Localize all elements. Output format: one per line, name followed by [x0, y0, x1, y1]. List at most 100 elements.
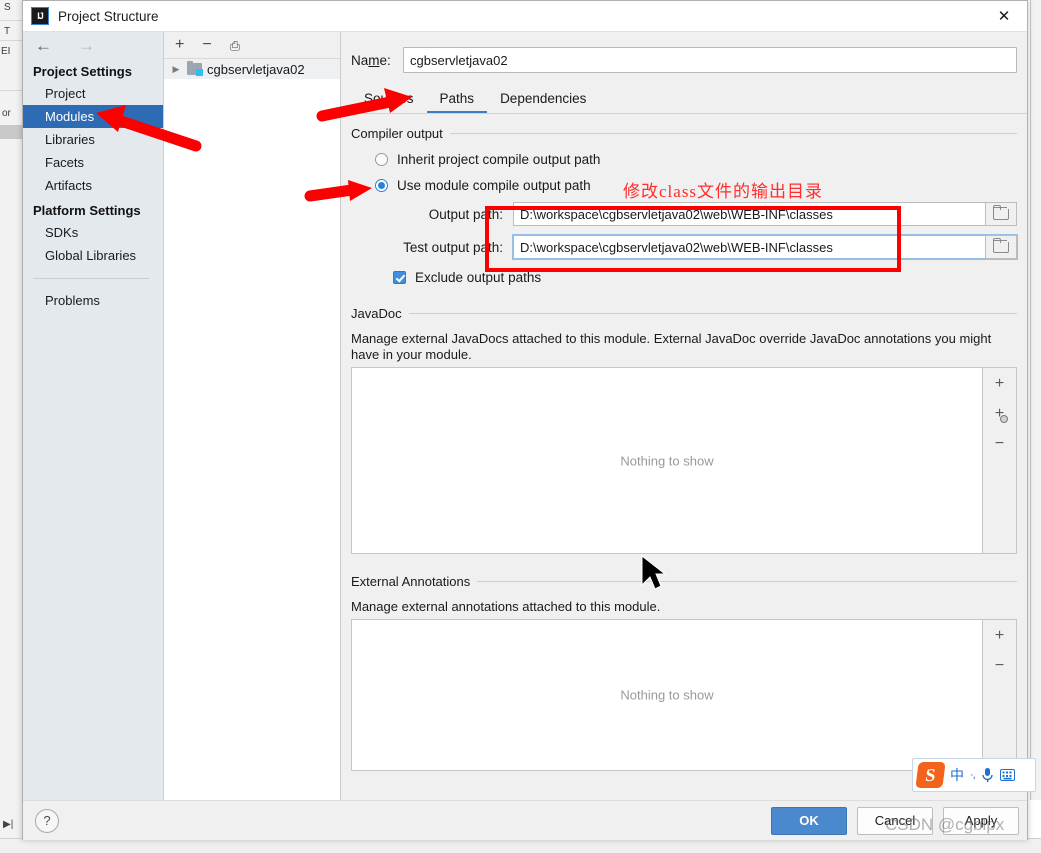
- javadoc-label: JavaDoc: [351, 306, 402, 321]
- javadoc-add-icon[interactable]: +: [995, 376, 1004, 392]
- sidebar-divider: [33, 278, 149, 279]
- javadoc-add-url-icon[interactable]: +: [995, 406, 1009, 423]
- module-folder-icon: [187, 61, 203, 76]
- help-button[interactable]: ?: [35, 808, 59, 833]
- bg-divider: [0, 90, 22, 91]
- compiler-output-group-title: Compiler output: [351, 126, 1017, 141]
- project-structure-dialog: IJ Project Structure ✕ ← → Project Setti…: [22, 0, 1028, 840]
- javadoc-list-buttons: + + −: [983, 367, 1017, 554]
- copy-module-icon[interactable]: ⎙: [230, 39, 240, 52]
- bg-run-icon: ▶|: [3, 819, 14, 830]
- test-output-path-browse-button[interactable]: [985, 235, 1017, 259]
- javadoc-list-wrap: Nothing to show + + −: [351, 367, 1017, 554]
- module-name-input[interactable]: [403, 47, 1017, 73]
- sidebar-item-modules[interactable]: Modules: [23, 105, 163, 128]
- inherit-output-label: Inherit project compile output path: [397, 152, 601, 167]
- module-name-row: Name:: [351, 47, 1017, 73]
- bg-block: [0, 125, 22, 139]
- external-annotations-description: Manage external annotations attached to …: [351, 599, 661, 614]
- close-icon[interactable]: ✕: [981, 1, 1027, 31]
- settings-sidebar: ← → Project Settings Project Modules Lib…: [23, 32, 164, 800]
- background-ide-bottom-strip: [0, 838, 1041, 853]
- output-path-browse-button[interactable]: [985, 202, 1017, 226]
- module-list-panel: + − ⎙ ▶ cgbservletjava02: [164, 32, 341, 800]
- javadoc-listbox[interactable]: Nothing to show: [351, 367, 983, 554]
- sidebar-item-project[interactable]: Project: [23, 82, 163, 105]
- name-label: Name:: [351, 52, 391, 68]
- sidebar-item-artifacts[interactable]: Artifacts: [23, 174, 163, 197]
- module-settings-pane: Name: Sources Paths Dependencies Compile…: [341, 32, 1027, 800]
- back-arrow-icon[interactable]: ←: [35, 37, 52, 54]
- module-list-toolbar: + − ⎙: [164, 32, 340, 59]
- sidebar-item-libraries[interactable]: Libraries: [23, 128, 163, 151]
- bg-fragment-2: EI: [1, 46, 11, 57]
- keyboard-icon[interactable]: [999, 769, 1015, 781]
- bg-fragment-1: T: [4, 26, 11, 37]
- ime-language-mode[interactable]: 中: [950, 768, 964, 782]
- module-name-label: cgbservletjava02: [207, 61, 305, 77]
- sogou-ime-logo-icon[interactable]: S: [915, 762, 946, 788]
- module-tree-item[interactable]: ▶ cgbservletjava02: [164, 59, 340, 79]
- exclude-output-paths-row[interactable]: Exclude output paths: [393, 270, 1017, 285]
- intellij-idea-icon: IJ: [31, 7, 49, 25]
- external-annotations-group-title: External Annotations: [351, 574, 1017, 589]
- group-rule: [477, 581, 1017, 582]
- group-rule: [408, 313, 1017, 314]
- folder-browse-icon: [992, 237, 1009, 253]
- bg-fragment-3: or: [2, 108, 11, 119]
- sidebar-nav-row: ← →: [23, 32, 163, 58]
- module-tabs: Sources Paths Dependencies: [351, 87, 1027, 114]
- ok-button[interactable]: OK: [771, 806, 847, 835]
- external-annotations-group: External Annotations: [351, 574, 1017, 589]
- dialog-body: ← → Project Settings Project Modules Lib…: [23, 32, 1027, 800]
- ime-punctuation-mode[interactable]: ·,: [970, 769, 976, 781]
- compiler-output-label: Compiler output: [351, 126, 443, 141]
- external-annotations-list-wrap: Nothing to show + −: [351, 619, 1017, 771]
- expand-triangle-icon[interactable]: ▶: [170, 64, 182, 75]
- external-annotations-list-buttons: + −: [983, 619, 1017, 771]
- external-annotations-listbox[interactable]: Nothing to show: [351, 619, 983, 771]
- inherit-output-radio-row[interactable]: Inherit project compile output path: [375, 152, 1017, 167]
- javadoc-description: Manage external JavaDocs attached to thi…: [351, 331, 992, 362]
- forward-arrow-icon[interactable]: →: [78, 37, 95, 54]
- screen: S T EI or ▶| IJ Project Structure ✕ ← → …: [0, 0, 1041, 853]
- javadoc-group-title: JavaDoc: [351, 306, 1017, 321]
- ime-toolbar: S 中 ·,: [912, 758, 1036, 792]
- sidebar-item-global-libraries[interactable]: Global Libraries: [23, 244, 163, 267]
- external-annotations-add-icon[interactable]: +: [995, 628, 1004, 644]
- annotation-note-text: 修改class文件的输出目录: [623, 182, 824, 201]
- dialog-title: Project Structure: [58, 8, 159, 24]
- inherit-output-radio[interactable]: [375, 153, 388, 166]
- external-annotations-remove-icon[interactable]: −: [995, 658, 1004, 674]
- dialog-footer: ? OK Cancel Apply: [23, 800, 1027, 840]
- remove-module-icon[interactable]: −: [202, 37, 211, 53]
- sidebar-item-facets[interactable]: Facets: [23, 151, 163, 174]
- sidebar-item-problems[interactable]: Problems: [23, 289, 163, 312]
- use-module-output-label: Use module compile output path: [397, 178, 591, 193]
- tab-paths[interactable]: Paths: [426, 87, 488, 113]
- folder-browse-icon: [992, 204, 1009, 220]
- sidebar-item-sdks[interactable]: SDKs: [23, 221, 163, 244]
- exclude-output-paths-checkbox[interactable]: [393, 271, 406, 284]
- sidebar-heading-platform-settings: Platform Settings: [33, 203, 141, 218]
- group-rule: [449, 133, 1017, 134]
- microphone-icon[interactable]: [981, 767, 994, 783]
- bg-divider: [0, 20, 22, 21]
- highlight-box-output-paths: [485, 206, 901, 272]
- javadoc-remove-icon[interactable]: −: [995, 436, 1004, 452]
- javadoc-empty-text: Nothing to show: [620, 453, 714, 468]
- background-ide-right-strip: [1030, 0, 1041, 800]
- bg-divider: [0, 40, 22, 41]
- exclude-output-paths-label: Exclude output paths: [415, 270, 542, 285]
- tab-sources[interactable]: Sources: [351, 87, 427, 113]
- tab-dependencies[interactable]: Dependencies: [487, 87, 599, 113]
- add-module-icon[interactable]: +: [175, 37, 184, 53]
- sidebar-heading-project-settings: Project Settings: [33, 64, 132, 79]
- background-ide-left-strip: S T EI or: [0, 0, 23, 853]
- watermark-text: CSDN @cgblpx: [885, 815, 1005, 834]
- javadoc-group: JavaDoc: [351, 306, 1017, 321]
- dialog-titlebar: IJ Project Structure ✕: [23, 1, 1027, 32]
- use-module-output-radio[interactable]: [375, 179, 388, 192]
- bg-fragment-0: S: [4, 2, 11, 13]
- external-annotations-empty-text: Nothing to show: [620, 687, 714, 703]
